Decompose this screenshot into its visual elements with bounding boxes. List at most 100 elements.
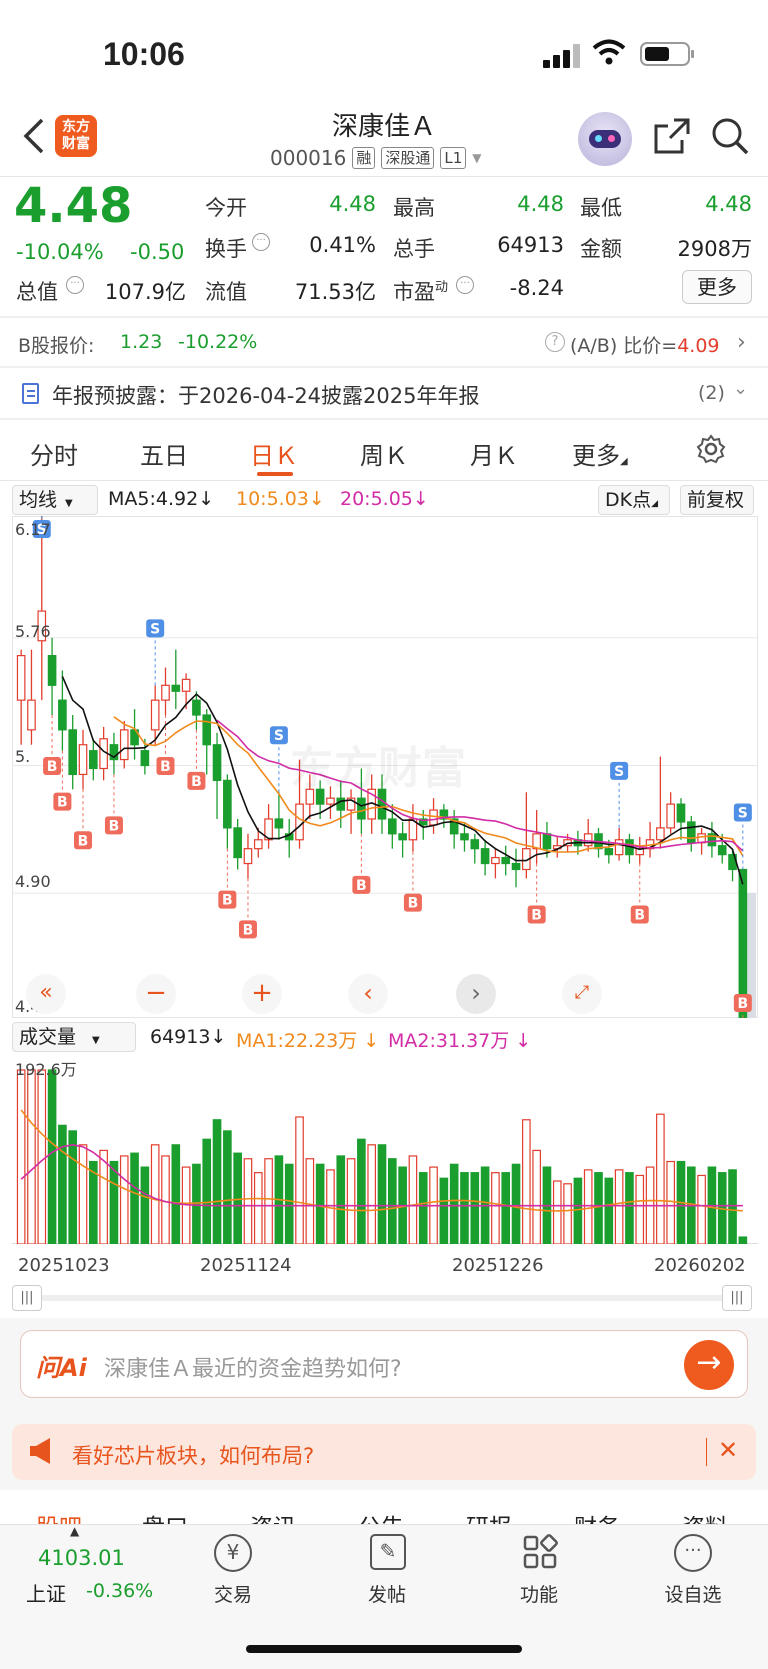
volume-bar xyxy=(284,1163,294,1244)
prev-button[interactable]: ‹ xyxy=(348,974,388,1014)
arrow-right-icon[interactable]: → xyxy=(684,1340,734,1390)
volume-chart[interactable] xyxy=(12,1056,758,1244)
volume-bar xyxy=(449,1163,459,1244)
notice-text[interactable]: 年报预披露：于2026-04-24披露2025年年报 xyxy=(52,380,479,410)
tab-more[interactable]: 更多◢ xyxy=(572,436,628,471)
signal-text: B xyxy=(408,896,419,912)
compose-icon[interactable]: ✎ xyxy=(370,1534,406,1570)
value-open: 4.48 xyxy=(329,192,376,216)
nav-add-watchlist[interactable]: 设自选 xyxy=(638,1580,748,1607)
volume-bar xyxy=(656,1113,665,1244)
volume-bar xyxy=(604,1177,614,1244)
stock-code-row[interactable]: 000016 融 深股通 L1 ▼ xyxy=(270,146,482,170)
volume-bar xyxy=(150,1144,160,1244)
candle-body xyxy=(542,833,552,850)
indicator-select-label: 均线 xyxy=(19,489,58,511)
candle-body xyxy=(676,803,686,823)
promo-text[interactable]: 看好芯片板块，如何布局? xyxy=(72,1440,314,1470)
question-icon[interactable]: ? xyxy=(545,332,565,352)
megaphone-icon xyxy=(28,1436,56,1470)
range-handle-left[interactable]: ||| xyxy=(12,1285,42,1311)
tab-weekly-k[interactable]: 周Ｋ xyxy=(360,436,408,471)
value-amount: 2908万 xyxy=(677,237,752,261)
candle-body xyxy=(202,714,212,746)
volume-select[interactable]: 成交量 ▼ xyxy=(12,1022,136,1052)
search-icon[interactable] xyxy=(710,116,750,160)
zoom-in-button[interactable]: + xyxy=(242,974,282,1014)
volume-bar xyxy=(109,1160,119,1244)
label-market-cap: 总值 xyxy=(16,280,58,304)
grid-icon[interactable] xyxy=(522,1534,558,1574)
label-pe: 市盈动 xyxy=(393,276,448,306)
status-time: 10:06 xyxy=(103,36,185,72)
info-icon[interactable]: ··· xyxy=(66,276,84,294)
volume-bar xyxy=(367,1144,377,1244)
volume-bar xyxy=(625,1172,634,1244)
info-icon[interactable]: ··· xyxy=(456,276,474,294)
candle-body xyxy=(181,678,191,692)
candle-body xyxy=(253,839,263,850)
ratio-row[interactable]: (A/B) 比价=4.09 xyxy=(570,331,720,358)
index-pct[interactable]: -0.36% xyxy=(86,1580,153,1602)
candle-body xyxy=(212,744,222,781)
info-icon[interactable]: ··· xyxy=(252,233,270,251)
candle-body xyxy=(243,848,253,865)
volume-bar xyxy=(37,1069,47,1244)
volume-select-label: 成交量 xyxy=(19,1026,77,1048)
volume-bar xyxy=(346,1158,356,1244)
candle-body xyxy=(470,839,480,850)
zoom-out-button[interactable]: − xyxy=(136,974,176,1014)
candle-body xyxy=(387,818,397,835)
close-icon[interactable]: ✕ xyxy=(718,1436,738,1464)
index-value[interactable]: 4103.01 xyxy=(38,1546,125,1570)
volume-bar xyxy=(387,1158,397,1244)
tab-intraday[interactable]: 分时 xyxy=(30,436,78,471)
tab-five-day[interactable]: 五日 xyxy=(140,436,188,471)
next-button[interactable]: › xyxy=(456,974,496,1014)
chevron-down-icon[interactable]: ⌄ xyxy=(733,378,748,399)
nav-post[interactable]: 发帖 xyxy=(332,1580,442,1607)
more-dots-icon[interactable]: ··· xyxy=(674,1534,712,1572)
y-label-max: 6.17 xyxy=(15,520,51,539)
volume-bar xyxy=(666,1160,675,1244)
volume-bar xyxy=(16,1069,26,1244)
volume-bar xyxy=(192,1163,201,1244)
label-volume: 总手 xyxy=(393,237,435,261)
volume-bar xyxy=(728,1169,737,1244)
candle-body xyxy=(491,856,500,865)
candle-body xyxy=(68,729,78,776)
gear-icon[interactable] xyxy=(696,434,726,468)
candle-body xyxy=(295,803,304,841)
candle-body xyxy=(398,833,407,841)
jump-start-button[interactable]: « xyxy=(26,974,66,1014)
range-handle-right[interactable]: ||| xyxy=(722,1285,752,1311)
nav-functions[interactable]: 功能 xyxy=(484,1580,594,1607)
candle-body xyxy=(511,862,521,871)
ai-placeholder[interactable]: 深康佳Ａ最近的资金趋势如何? xyxy=(104,1351,402,1383)
nav-trade[interactable]: 交易 xyxy=(178,1580,288,1607)
label-open: 今开 xyxy=(205,196,247,220)
pe-text: 市盈 xyxy=(393,280,435,304)
more-button[interactable]: 更多 xyxy=(682,270,752,304)
adjust-button[interactable]: 前复权 xyxy=(680,485,754,515)
candle-body xyxy=(357,797,366,820)
chevron-right-icon[interactable]: › xyxy=(737,330,746,355)
range-track[interactable] xyxy=(28,1295,740,1301)
dk-point-button[interactable]: DK点◢ xyxy=(598,485,670,515)
candle-body xyxy=(171,684,181,692)
fullscreen-icon[interactable]: ⤢ xyxy=(562,974,602,1014)
index-name[interactable]: 上证 xyxy=(26,1578,66,1607)
share-icon[interactable] xyxy=(652,116,692,160)
volume-value-text: 64913 xyxy=(150,1026,211,1048)
ai-robot-icon[interactable] xyxy=(578,112,632,166)
ai-label: 问Ai xyxy=(36,1354,87,1382)
volume-bar xyxy=(408,1155,418,1244)
tab-monthly-k[interactable]: 月Ｋ xyxy=(470,436,518,471)
notice-count[interactable]: (2) xyxy=(698,382,725,404)
y-label-4: 4.90 xyxy=(15,872,51,891)
trade-icon[interactable]: ¥ xyxy=(214,1534,252,1572)
tab-daily-k[interactable]: 日Ｋ xyxy=(250,436,298,471)
indicator-select[interactable]: 均线 ▼ xyxy=(12,485,98,515)
volume-bar xyxy=(130,1152,139,1244)
candle-body xyxy=(58,699,67,731)
